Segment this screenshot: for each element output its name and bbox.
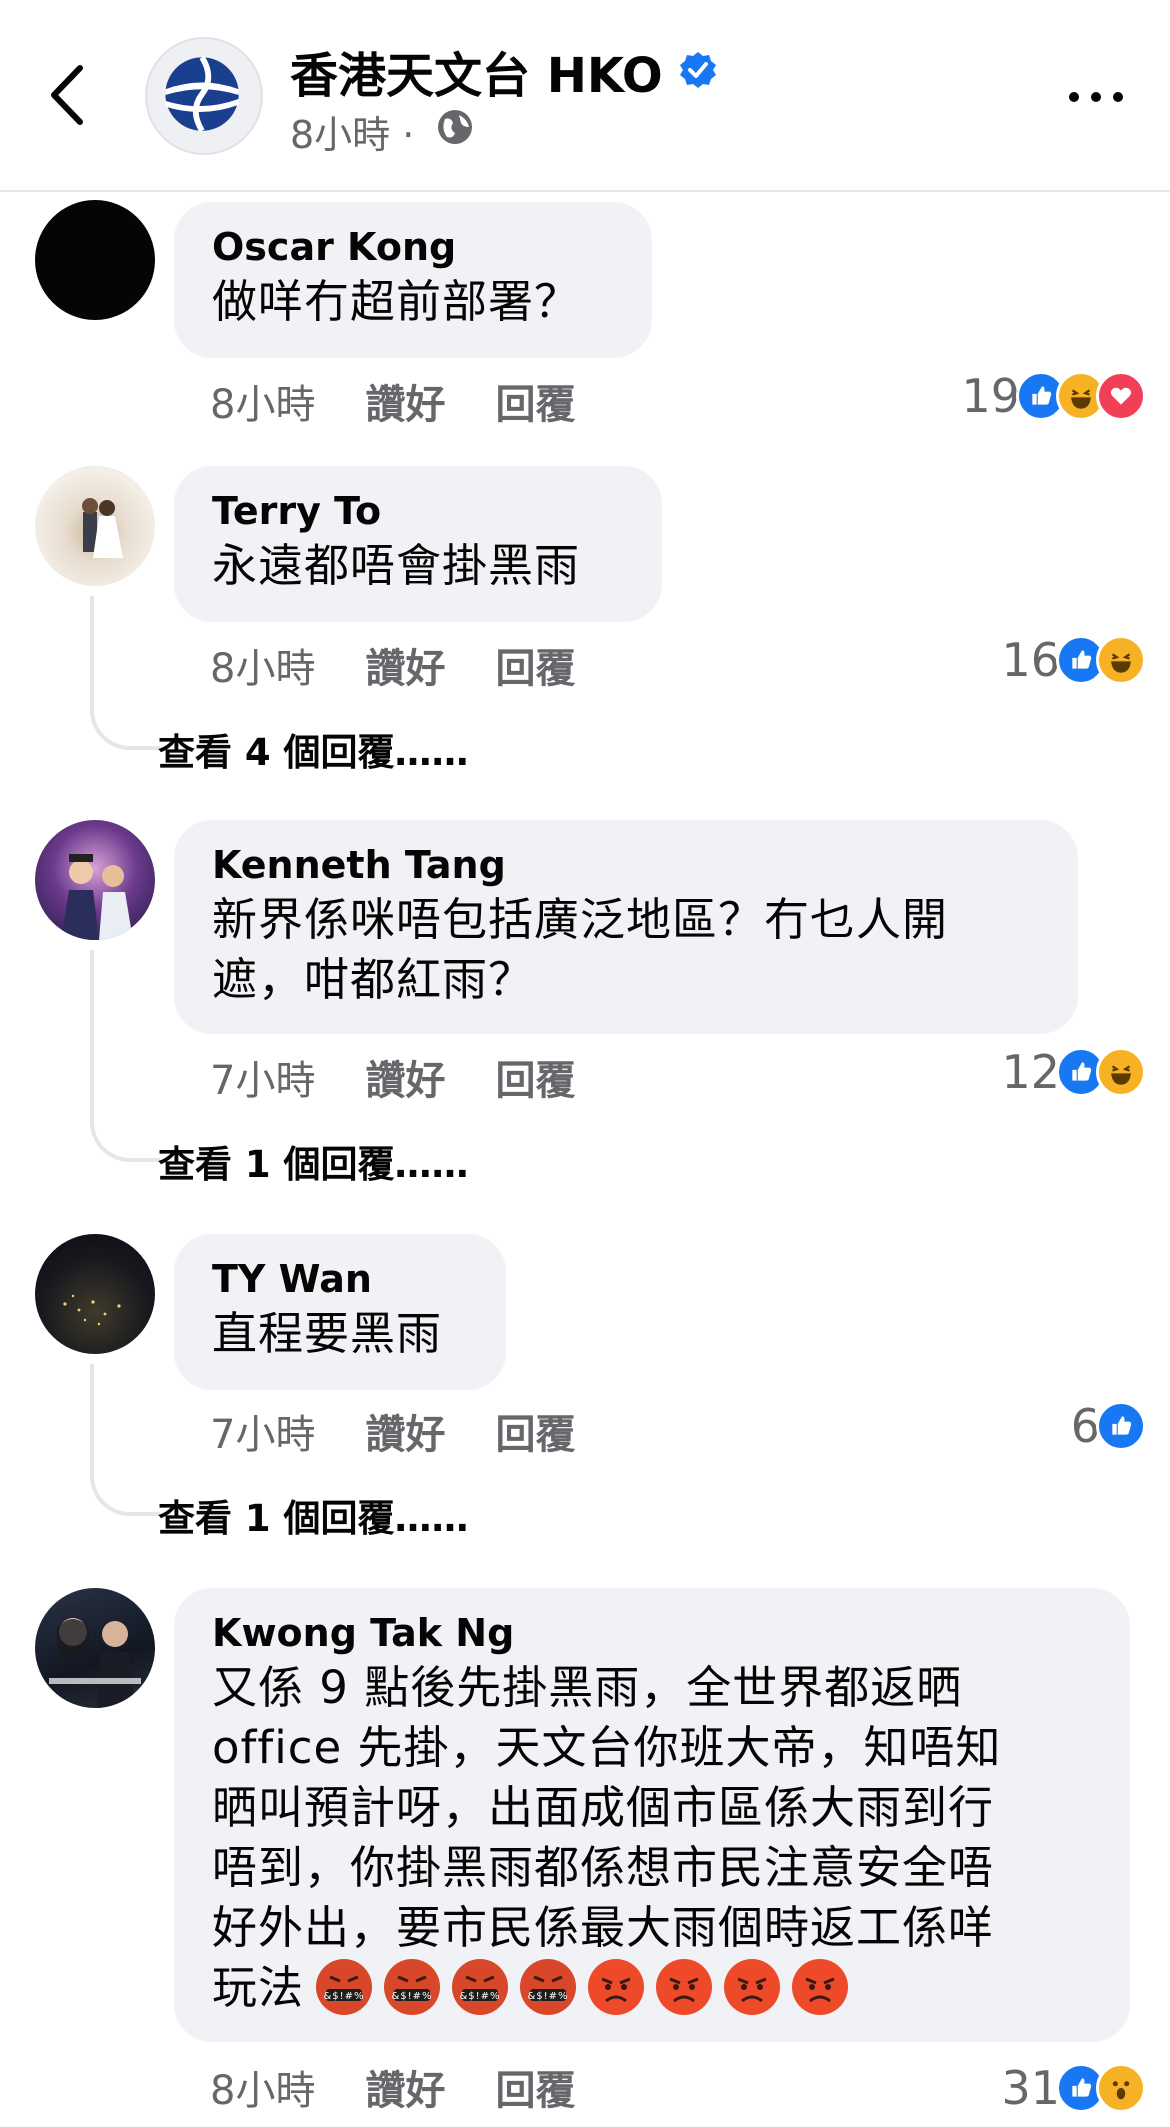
reaction-summary[interactable]: 6: [1071, 1399, 1146, 1453]
reply-button[interactable]: 回覆: [495, 1402, 575, 1460]
reaction-summary[interactable]: 31: [1001, 2061, 1146, 2115]
thread-line: [90, 950, 160, 1162]
comment-time[interactable]: 7小時: [210, 1402, 315, 1460]
reply-button[interactable]: 回覆: [495, 1048, 575, 1106]
comment-text-line: 又係 9 點後先掛黑雨，全世界都返晒: [212, 1661, 963, 1714]
comment-text-line: 遮，咁都紅雨？: [212, 953, 535, 1006]
comment-text-line: 唔到，你掛黑雨都係想市民注意安全唔: [212, 1841, 995, 1894]
avatar[interactable]: [35, 1588, 155, 1708]
avatar[interactable]: [35, 200, 155, 320]
verified-badge-icon: [680, 52, 716, 88]
haha-icon: [1096, 635, 1146, 685]
like-button[interactable]: 讚好: [365, 636, 445, 694]
globe-icon: [438, 110, 472, 144]
view-replies-link[interactable]: 查看 4 個回覆……: [158, 722, 469, 776]
comment-text: 做咩冇超前部署？: [212, 275, 581, 328]
comment-time[interactable]: 7小時: [210, 1048, 315, 1106]
comment-text-line: 玩法: [212, 1961, 305, 2014]
view-replies-link[interactable]: 查看 1 個回覆……: [158, 1134, 469, 1188]
like-button[interactable]: 讚好: [365, 2058, 445, 2116]
reply-button[interactable]: 回覆: [495, 636, 575, 694]
comment-meta: 8小時 讚好 回覆: [210, 372, 625, 430]
comment-last-line: 玩法 &$!#% &$!#% &$!#% &$!#%: [212, 1958, 1094, 2019]
more-options-icon[interactable]: [1066, 82, 1126, 112]
comment-time[interactable]: 8小時: [210, 636, 315, 694]
comment-bubble: Kenneth Tang 新界係咪唔包括廣泛地區？冇乜人開 遮，咁都紅雨？: [174, 820, 1078, 1034]
angry-face-emoji: [792, 1959, 849, 2015]
like-button[interactable]: 讚好: [365, 1048, 445, 1106]
comment-author[interactable]: Terry To: [212, 488, 626, 534]
comment-bubble: Kwong Tak Ng 又係 9 點後先掛黑雨，全世界都返晒 office 先…: [174, 1588, 1130, 2042]
cursing-face-emoji: &$!#%: [384, 1959, 441, 2015]
post-time: 8小時 ·: [290, 113, 415, 157]
back-arrow-icon[interactable]: [40, 60, 100, 130]
hko-logo-icon: [165, 55, 239, 133]
reply-button[interactable]: 回覆: [495, 2058, 575, 2116]
avatar[interactable]: [35, 820, 155, 940]
svg-text:&$!#%: &$!#%: [323, 1991, 364, 2002]
svg-text:&$!#%: &$!#%: [459, 1991, 500, 2002]
page-header: 香港天文台 HKO 8小時 ·: [0, 0, 1170, 192]
thread-line: [90, 596, 160, 750]
comment-bubble: Oscar Kong 做咩冇超前部署？: [174, 202, 652, 358]
page-name[interactable]: 香港天文台 HKO: [290, 36, 663, 106]
reaction-count: 16: [1001, 633, 1060, 687]
comment-time[interactable]: 8小時: [210, 2058, 315, 2116]
wow-icon: [1096, 2063, 1146, 2113]
haha-icon: [1096, 1047, 1146, 1097]
avatar[interactable]: [35, 466, 155, 586]
svg-text:&$!#%: &$!#%: [391, 1991, 432, 2002]
cursing-face-emoji: &$!#%: [316, 1959, 373, 2015]
view-replies-link[interactable]: 查看 1 個回覆……: [158, 1488, 469, 1542]
reaction-count: 19: [961, 369, 1020, 423]
like-button[interactable]: 讚好: [365, 1402, 445, 1460]
svg-text:&$!#%: &$!#%: [527, 1991, 568, 2002]
thread-line: [90, 1364, 160, 1516]
comment-text-line: 晒叫預計呀，出面成個市區係大雨到行: [212, 1781, 995, 1834]
comment-text-line: 好外出，要市民係最大雨個時返工係咩: [212, 1901, 995, 1954]
comment-meta: 7小時 讚好 回覆: [210, 1048, 625, 1106]
comment-time[interactable]: 8小時: [210, 372, 315, 430]
love-icon: [1096, 371, 1146, 421]
like-button[interactable]: 讚好: [365, 372, 445, 430]
reply-button[interactable]: 回覆: [495, 372, 575, 430]
comment-bubble: Terry To 永遠都唔會掛黑雨: [174, 466, 662, 622]
comment-text: 永遠都唔會掛黑雨: [212, 539, 581, 592]
comment-meta: 7小時 讚好 回覆: [210, 1402, 625, 1460]
comment-meta: 8小時 讚好 回覆: [210, 2058, 625, 2116]
like-icon: [1096, 1401, 1146, 1451]
comment-meta: 8小時 讚好 回覆: [210, 636, 625, 694]
reaction-summary[interactable]: 19: [961, 369, 1146, 423]
angry-face-emoji: [588, 1959, 645, 2015]
page-avatar[interactable]: [145, 37, 263, 155]
reaction-summary[interactable]: 16: [1001, 633, 1146, 687]
comment-author[interactable]: Oscar Kong: [212, 224, 616, 270]
angry-face-emoji: [656, 1959, 713, 2015]
comment-text-line: office 先掛，天文台你班大帝，知唔知: [212, 1721, 1002, 1774]
cursing-face-emoji: &$!#%: [520, 1959, 577, 2015]
reaction-count: 12: [1001, 1045, 1060, 1099]
comment-text-line: 新界係咪唔包括廣泛地區？冇乜人開: [212, 893, 949, 946]
reaction-count: 31: [1001, 2061, 1060, 2115]
comment-bubble: TY Wan 直程要黑雨: [174, 1234, 506, 1390]
angry-face-emoji: [724, 1959, 781, 2015]
comment-author[interactable]: Kenneth Tang: [212, 842, 1042, 888]
reaction-summary[interactable]: 12: [1001, 1045, 1146, 1099]
comment-author[interactable]: TY Wan: [212, 1256, 470, 1302]
cursing-face-emoji: &$!#%: [452, 1959, 509, 2015]
comment-author[interactable]: Kwong Tak Ng: [212, 1610, 1094, 1656]
avatar[interactable]: [35, 1234, 155, 1354]
comment-text: 直程要黑雨: [212, 1307, 443, 1360]
